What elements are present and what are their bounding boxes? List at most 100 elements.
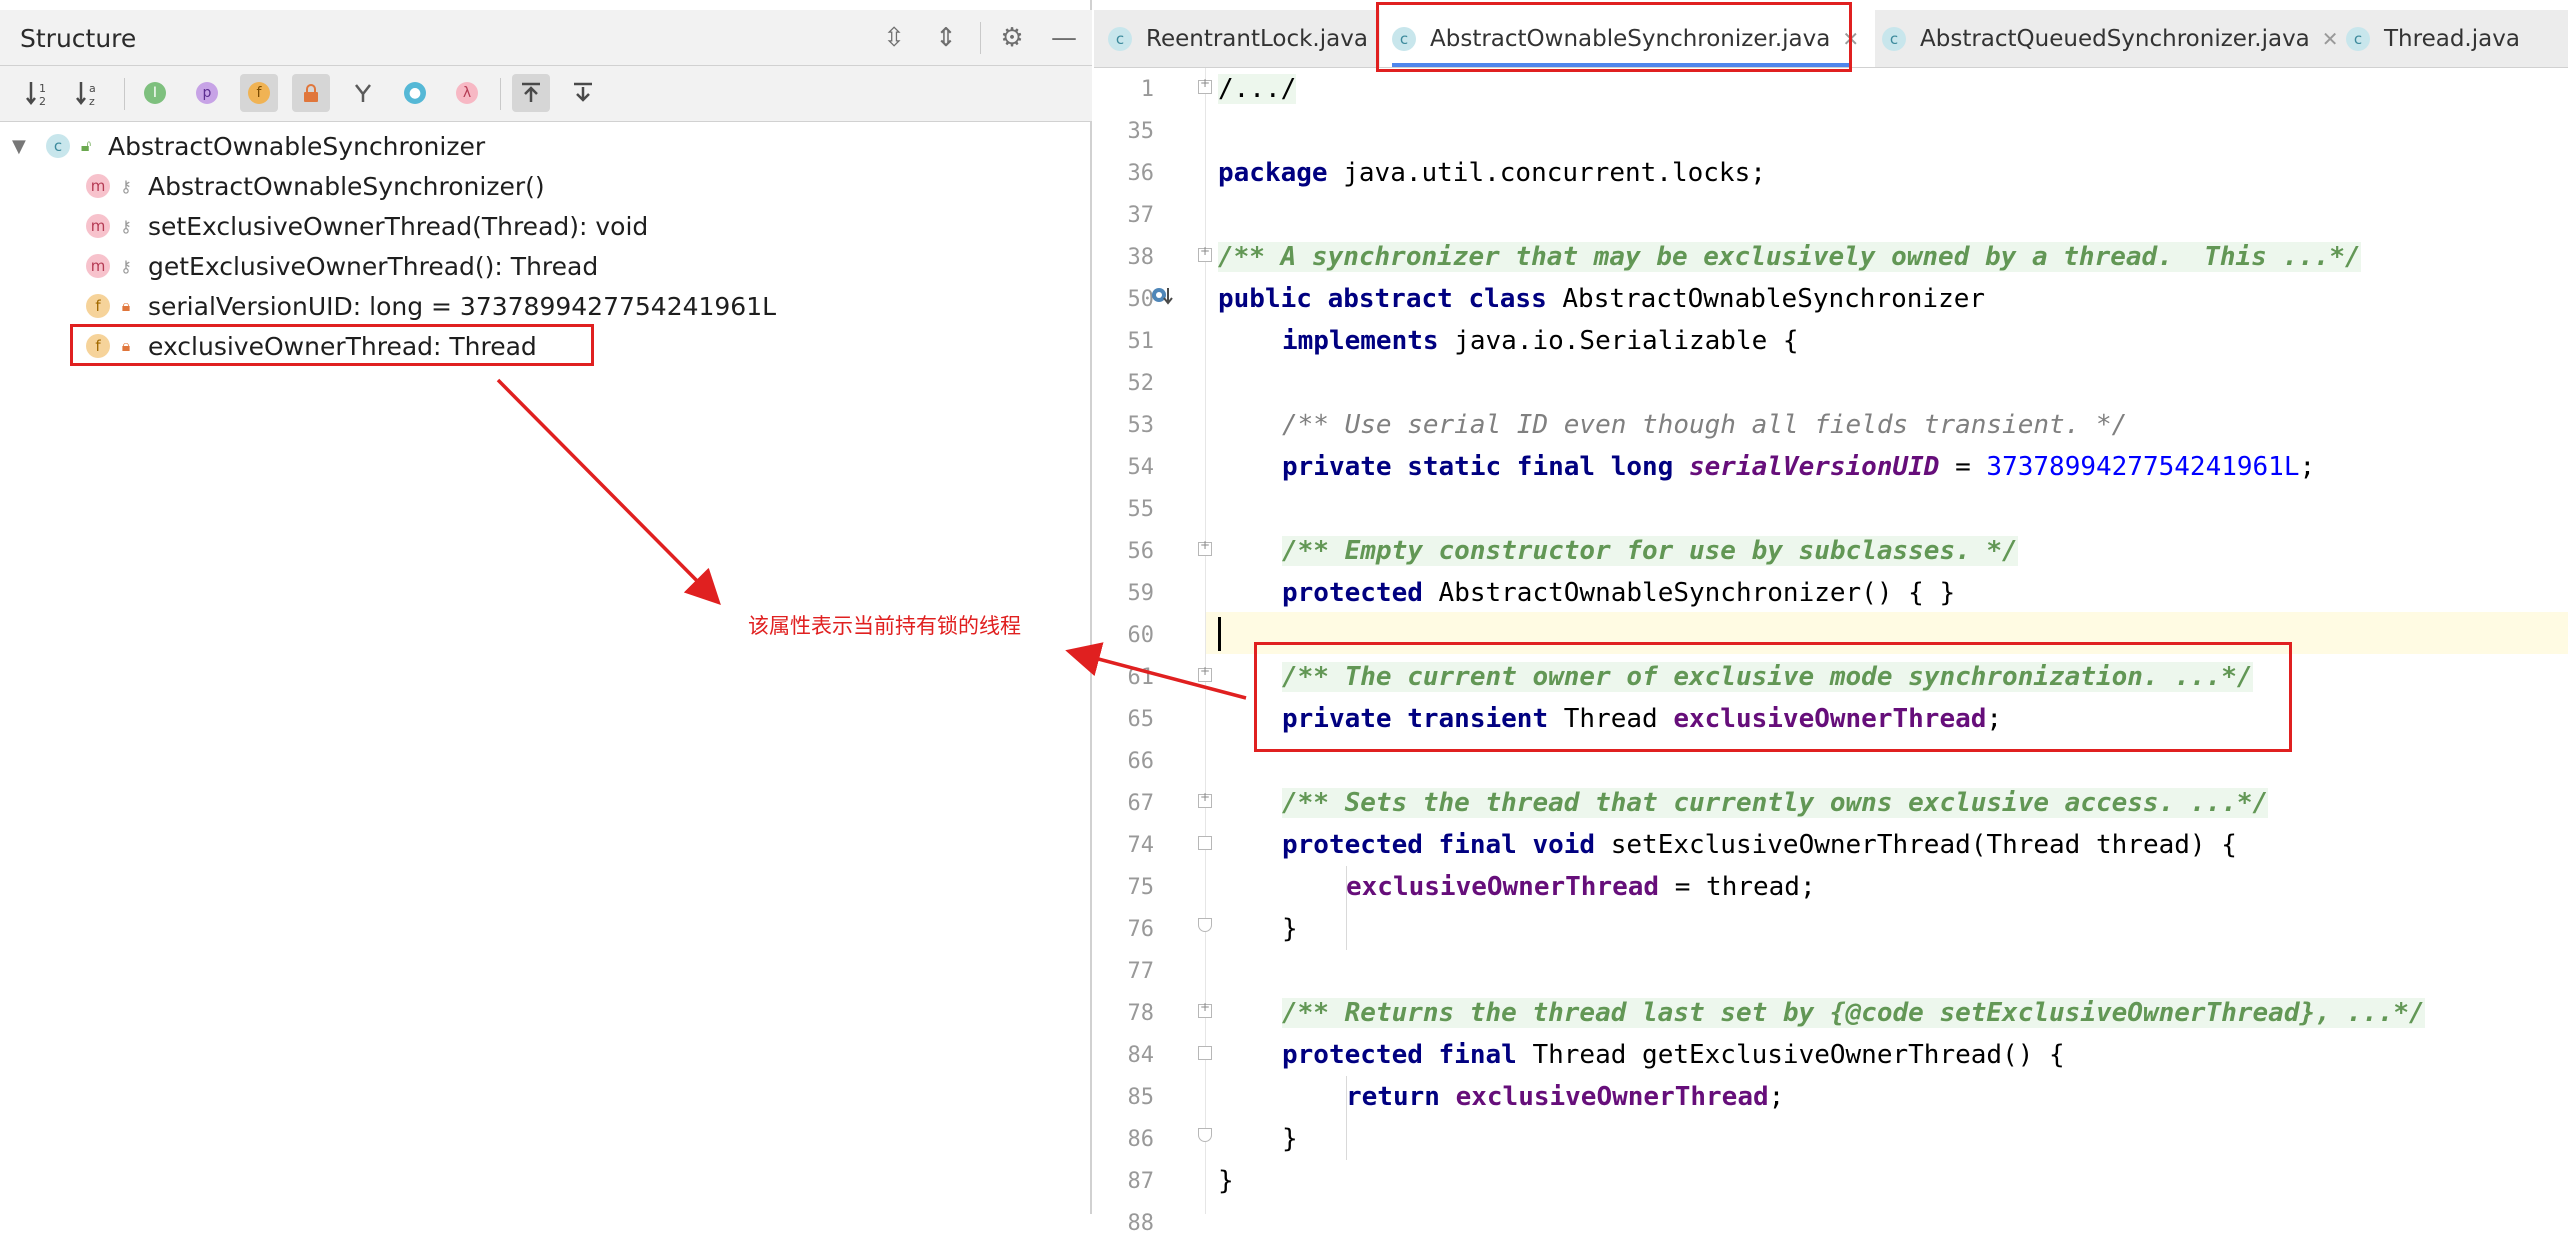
line-number: 1 bbox=[1140, 77, 1154, 102]
tree-item[interactable]: m ⚷ getExclusiveOwnerThread(): Thread bbox=[86, 246, 598, 286]
public-visibility-icon: 🔓︎ bbox=[80, 136, 92, 155]
line-number: 50 bbox=[1127, 287, 1155, 312]
code-line-86: } bbox=[1282, 1124, 1298, 1154]
expand-all-icon[interactable]: ⇳ bbox=[878, 22, 910, 54]
class-icon: c bbox=[1882, 26, 1906, 51]
autoscroll-from-source-icon[interactable] bbox=[564, 74, 602, 112]
implemented-interface-icon[interactable] bbox=[1150, 284, 1174, 308]
tree-root[interactable]: ▼ c 🔓︎ AbstractOwnableSynchronizer bbox=[12, 126, 485, 166]
code-line-85: return exclusiveOwnerThread; bbox=[1346, 1082, 1785, 1112]
structure-toolbar: 12 az I p f ● λ bbox=[0, 66, 1092, 122]
key-icon: ⚷ bbox=[120, 176, 132, 196]
line-number: 77 bbox=[1127, 959, 1155, 984]
method-icon: m bbox=[86, 174, 110, 198]
tree-item-label: setExclusiveOwnerThread(Thread): void bbox=[148, 211, 649, 241]
show-anonymous-icon[interactable] bbox=[344, 74, 382, 112]
text-caret bbox=[1218, 617, 1221, 651]
code-line-53: /** Use serial ID even though all fields… bbox=[1282, 410, 2128, 440]
structure-panel: Structure ⇳ ⇕ ⚙ — 12 az I p f ● λ ▼ c 🔓︎… bbox=[0, 0, 1092, 1214]
show-lambdas-circle-icon[interactable]: ● bbox=[396, 74, 434, 112]
lock-icon: 🔒︎ bbox=[121, 296, 131, 315]
svg-text:z: z bbox=[89, 95, 95, 108]
code-editor[interactable]: /.../ package java.util.concurrent.locks… bbox=[1218, 68, 2568, 1214]
field-icon: f bbox=[86, 294, 110, 318]
show-inherited-icon[interactable]: I bbox=[136, 74, 174, 112]
svg-text:2: 2 bbox=[39, 95, 46, 108]
code-line-51: implements java.io.Serializable { bbox=[1282, 326, 1799, 356]
line-number: 54 bbox=[1127, 455, 1155, 480]
line-number: 66 bbox=[1127, 749, 1155, 774]
show-fields-icon[interactable]: f bbox=[240, 74, 278, 112]
sort-by-visibility-icon[interactable]: 12 bbox=[20, 74, 58, 112]
tab-abstractqueuedsynchronizer[interactable]: c AbstractQueuedSynchronizer.java ✕ bbox=[1882, 10, 2339, 67]
highlight-box-code bbox=[1254, 642, 2292, 752]
code-line-76: } bbox=[1282, 914, 1298, 944]
line-number: 35 bbox=[1127, 119, 1155, 144]
collapse-all-icon[interactable]: ⇕ bbox=[930, 22, 962, 54]
tree-item[interactable]: f 🔒︎ serialVersionUID: long = 3737899427… bbox=[86, 286, 776, 326]
svg-text:1: 1 bbox=[39, 82, 46, 95]
fold-marker-icon[interactable] bbox=[1198, 1000, 1212, 1018]
method-icon: m bbox=[86, 214, 110, 238]
line-number: 67 bbox=[1127, 791, 1155, 816]
line-number: 53 bbox=[1127, 413, 1155, 438]
lambda-icon[interactable]: λ bbox=[448, 74, 486, 112]
tree-item[interactable]: m ⚷ setExclusiveOwnerThread(Thread): voi… bbox=[86, 206, 648, 246]
class-icon: c bbox=[1108, 26, 1132, 51]
code-line-50: public abstract class AbstractOwnableSyn… bbox=[1218, 284, 1986, 314]
line-number: 78 bbox=[1127, 1001, 1155, 1026]
fold-marker-icon[interactable] bbox=[1198, 538, 1212, 556]
line-number: 38 bbox=[1127, 245, 1155, 270]
line-number: 76 bbox=[1127, 917, 1155, 942]
key-icon: ⚷ bbox=[120, 216, 132, 236]
svg-text:a: a bbox=[89, 82, 96, 95]
minimize-icon[interactable]: — bbox=[1048, 22, 1080, 54]
show-non-public-icon[interactable] bbox=[292, 74, 330, 112]
class-icon: c bbox=[2346, 26, 2370, 51]
line-number: 36 bbox=[1127, 161, 1155, 186]
tab-label: AbstractQueuedSynchronizer.java bbox=[1920, 25, 2310, 52]
line-number: 87 bbox=[1127, 1169, 1155, 1194]
method-icon: m bbox=[86, 254, 110, 278]
line-number: 74 bbox=[1127, 833, 1155, 858]
line-number: 65 bbox=[1127, 707, 1155, 732]
expand-arrow-icon[interactable]: ▼ bbox=[12, 136, 46, 157]
line-number: 86 bbox=[1127, 1127, 1155, 1152]
code-line-87: } bbox=[1218, 1166, 1234, 1196]
annotation-text: 该属性表示当前持有锁的线程 bbox=[748, 614, 1021, 638]
tab-label: ReentrantLock.java bbox=[1146, 25, 1368, 52]
code-line-1: /.../ bbox=[1218, 74, 1297, 104]
tree-item[interactable]: m ⚷ AbstractOwnableSynchronizer() bbox=[86, 166, 545, 206]
line-number: 59 bbox=[1127, 581, 1155, 606]
indent-guide bbox=[1346, 1076, 1347, 1160]
line-number: 52 bbox=[1127, 371, 1155, 396]
code-line-54: private static final long serialVersionU… bbox=[1282, 452, 2316, 482]
tree-item-label: serialVersionUID: long = 373789942775424… bbox=[148, 291, 777, 321]
line-number: 61 bbox=[1127, 665, 1155, 690]
autoscroll-to-source-icon[interactable] bbox=[512, 74, 550, 112]
line-number: 56 bbox=[1127, 539, 1155, 564]
sort-alphabetically-icon[interactable]: az bbox=[70, 74, 108, 112]
tab-reentrantlock[interactable]: c ReentrantLock.java ✕ bbox=[1108, 10, 1397, 67]
fold-marker-icon[interactable] bbox=[1198, 76, 1212, 94]
fold-end-icon[interactable] bbox=[1198, 1128, 1212, 1142]
line-number: 51 bbox=[1127, 329, 1155, 354]
tab-thread[interactable]: c Thread.java bbox=[2346, 10, 2520, 67]
fold-start-icon[interactable] bbox=[1198, 836, 1212, 850]
tree-root-label: AbstractOwnableSynchronizer bbox=[108, 131, 486, 161]
fold-end-icon[interactable] bbox=[1198, 918, 1212, 932]
fold-marker-icon[interactable] bbox=[1198, 664, 1212, 682]
close-icon[interactable]: ✕ bbox=[2322, 27, 2339, 51]
fold-marker-icon[interactable] bbox=[1198, 244, 1212, 262]
fold-marker-icon[interactable] bbox=[1198, 790, 1212, 808]
code-line-36: package java.util.concurrent.locks; bbox=[1218, 158, 1766, 188]
show-properties-icon[interactable]: p bbox=[188, 74, 226, 112]
key-icon: ⚷ bbox=[120, 256, 132, 276]
tab-label: Thread.java bbox=[2384, 25, 2520, 52]
highlight-box-field bbox=[70, 324, 594, 366]
fold-start-icon[interactable] bbox=[1198, 1046, 1212, 1060]
gear-icon[interactable]: ⚙ bbox=[996, 22, 1028, 54]
structure-header: Structure ⇳ ⇕ ⚙ — bbox=[0, 10, 1092, 66]
tree-item-label: AbstractOwnableSynchronizer() bbox=[148, 171, 545, 201]
highlight-box-tab bbox=[1376, 2, 1852, 72]
